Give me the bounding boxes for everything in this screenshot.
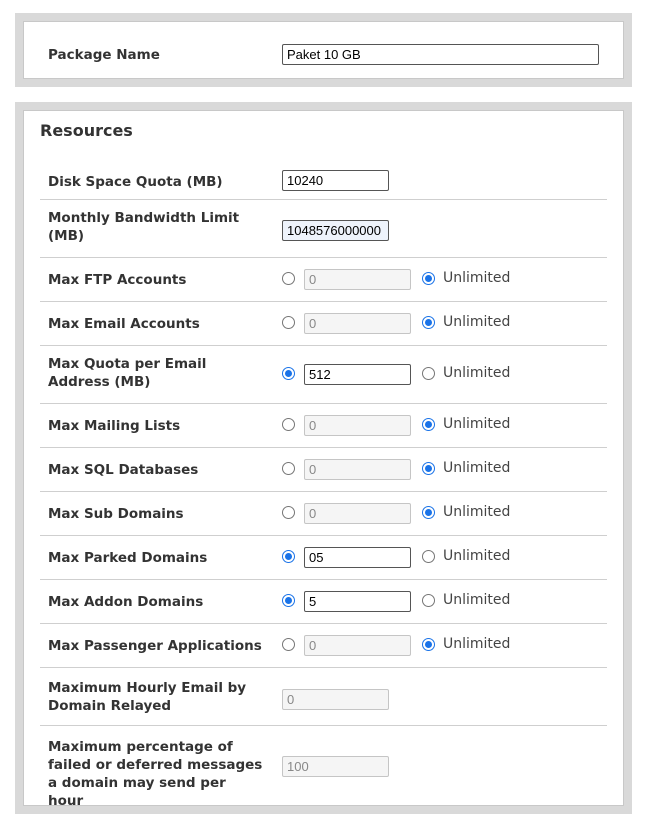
unlimited-radio[interactable] bbox=[422, 316, 435, 329]
unlimited-radio[interactable] bbox=[422, 506, 435, 519]
resources-panel: Resources Disk Space Quota (MB) Monthly … bbox=[15, 102, 632, 814]
limit-radio[interactable] bbox=[282, 367, 295, 380]
package-panel-body: Package Name bbox=[23, 21, 624, 79]
package-name-label: Package Name bbox=[48, 47, 160, 63]
unlimited-label: Unlimited bbox=[443, 270, 511, 286]
limit-radio[interactable] bbox=[282, 316, 295, 329]
limit-value-input[interactable] bbox=[304, 364, 411, 385]
resource-label: Max Email Accounts bbox=[48, 316, 200, 332]
resource-row: Max Quota per Email Address (MB) Unlimite… bbox=[40, 346, 607, 404]
resource-label: Max FTP Accounts bbox=[48, 272, 187, 288]
unlimited-radio[interactable] bbox=[422, 367, 435, 380]
failed-percentage-input[interactable] bbox=[282, 756, 389, 777]
unlimited-radio[interactable] bbox=[422, 272, 435, 285]
resource-row: Max Passenger Applications Unlimited bbox=[40, 624, 607, 668]
resource-row: Max Sub Domains Unlimited bbox=[40, 492, 607, 536]
limit-radio[interactable] bbox=[282, 272, 295, 285]
unlimited-radio[interactable] bbox=[422, 550, 435, 563]
hourly-email-input[interactable] bbox=[282, 689, 389, 710]
unlimited-label: Unlimited bbox=[443, 548, 511, 564]
limit-value-input[interactable] bbox=[304, 547, 411, 568]
unlimited-label: Unlimited bbox=[443, 460, 511, 476]
limit-value-input[interactable] bbox=[304, 503, 411, 524]
unlimited-label: Unlimited bbox=[443, 636, 511, 652]
resource-row: Max SQL Databases Unlimited bbox=[40, 448, 607, 492]
resource-label: Max Mailing Lists bbox=[48, 418, 181, 434]
resource-label: Max SQL Databases bbox=[48, 462, 199, 478]
resource-label: Max Sub Domains bbox=[48, 506, 184, 522]
resource-row: Max Mailing Lists Unlimited bbox=[40, 404, 607, 448]
limit-radio[interactable] bbox=[282, 506, 295, 519]
unlimited-radio[interactable] bbox=[422, 594, 435, 607]
limit-value-input[interactable] bbox=[304, 459, 411, 480]
disk-quota-label: Disk Space Quota (MB) bbox=[48, 174, 223, 190]
limit-value-input[interactable] bbox=[304, 635, 411, 656]
limit-value-input[interactable] bbox=[304, 313, 411, 334]
unlimited-radio[interactable] bbox=[422, 638, 435, 651]
unlimited-radio[interactable] bbox=[422, 462, 435, 475]
unlimited-label: Unlimited bbox=[443, 592, 511, 608]
resources-panel-body: Resources Disk Space Quota (MB) Monthly … bbox=[23, 110, 624, 809]
failed-percentage-row: Maximum percentage of failed or deferred… bbox=[40, 726, 607, 809]
limit-radio[interactable] bbox=[282, 550, 295, 563]
limit-value-input[interactable] bbox=[304, 269, 411, 290]
unlimited-label: Unlimited bbox=[443, 416, 511, 432]
disk-quota-input[interactable] bbox=[282, 170, 389, 191]
limit-radio[interactable] bbox=[282, 638, 295, 651]
unlimited-label: Unlimited bbox=[443, 504, 511, 520]
resource-label: Max Addon Domains bbox=[48, 594, 204, 610]
resources-title: Resources bbox=[40, 121, 133, 140]
resource-row: Max Addon Domains Unlimited bbox=[40, 580, 607, 624]
unlimited-radio[interactable] bbox=[422, 418, 435, 431]
package-name-input[interactable] bbox=[282, 44, 599, 65]
hourly-email-label: Maximum Hourly Email by Domain Relayed bbox=[48, 680, 247, 714]
resource-label: Max Quota per Email Address (MB) bbox=[48, 356, 207, 390]
resource-row: Max FTP Accounts Unlimited bbox=[40, 258, 607, 302]
limit-value-input[interactable] bbox=[304, 591, 411, 612]
unlimited-label: Unlimited bbox=[443, 365, 511, 381]
limit-radio[interactable] bbox=[282, 462, 295, 475]
failed-percentage-label: Maximum percentage of failed or deferred… bbox=[48, 739, 263, 809]
bandwidth-label: Monthly Bandwidth Limit (MB) bbox=[48, 210, 240, 244]
unlimited-label: Unlimited bbox=[443, 314, 511, 330]
resource-row: Max Parked Domains Unlimited bbox=[40, 536, 607, 580]
disk-quota-row: Disk Space Quota (MB) bbox=[40, 157, 607, 200]
bandwidth-input[interactable] bbox=[282, 220, 389, 241]
resource-row: Max Email Accounts Unlimited bbox=[40, 302, 607, 346]
limit-radio[interactable] bbox=[282, 418, 295, 431]
limit-radio[interactable] bbox=[282, 594, 295, 607]
package-panel: Package Name bbox=[15, 13, 632, 87]
hourly-email-row: Maximum Hourly Email by Domain Relayed bbox=[40, 668, 607, 726]
limit-value-input[interactable] bbox=[304, 415, 411, 436]
resource-label: Max Passenger Applications bbox=[48, 638, 262, 654]
resource-label: Max Parked Domains bbox=[48, 550, 208, 566]
bandwidth-row: Monthly Bandwidth Limit (MB) bbox=[40, 200, 607, 258]
